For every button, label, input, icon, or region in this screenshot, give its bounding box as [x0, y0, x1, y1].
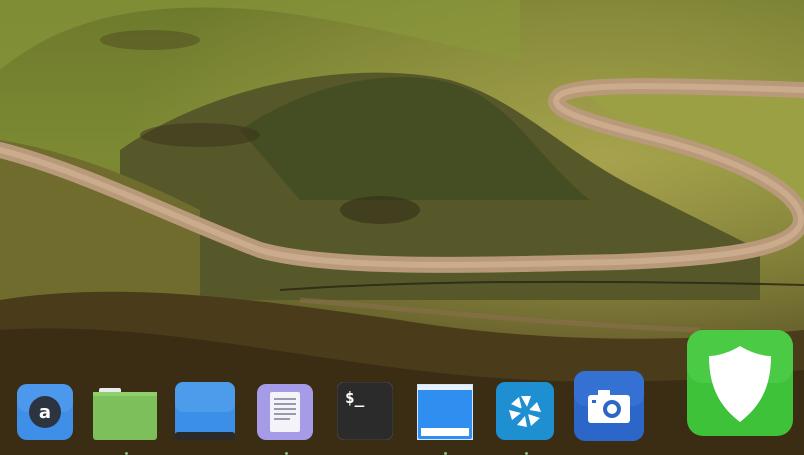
screenshot-camera-icon[interactable] [574, 371, 644, 441]
terminal-prompt-text: $_ [345, 388, 365, 407]
shutter-camera-icon[interactable] [496, 382, 554, 440]
text-editor-icon[interactable] [257, 384, 313, 440]
dock: a $_ [0, 330, 804, 455]
security-shield-icon[interactable] [687, 330, 793, 436]
desktop-icon[interactable] [175, 382, 235, 442]
app-store-icon[interactable]: a [17, 384, 73, 440]
folder-icon[interactable] [93, 386, 157, 440]
terminal-icon[interactable]: $_ [337, 382, 393, 440]
desktop: a $_ [0, 0, 804, 455]
svg-text:a: a [39, 402, 51, 423]
window-manager-icon[interactable] [417, 384, 473, 440]
